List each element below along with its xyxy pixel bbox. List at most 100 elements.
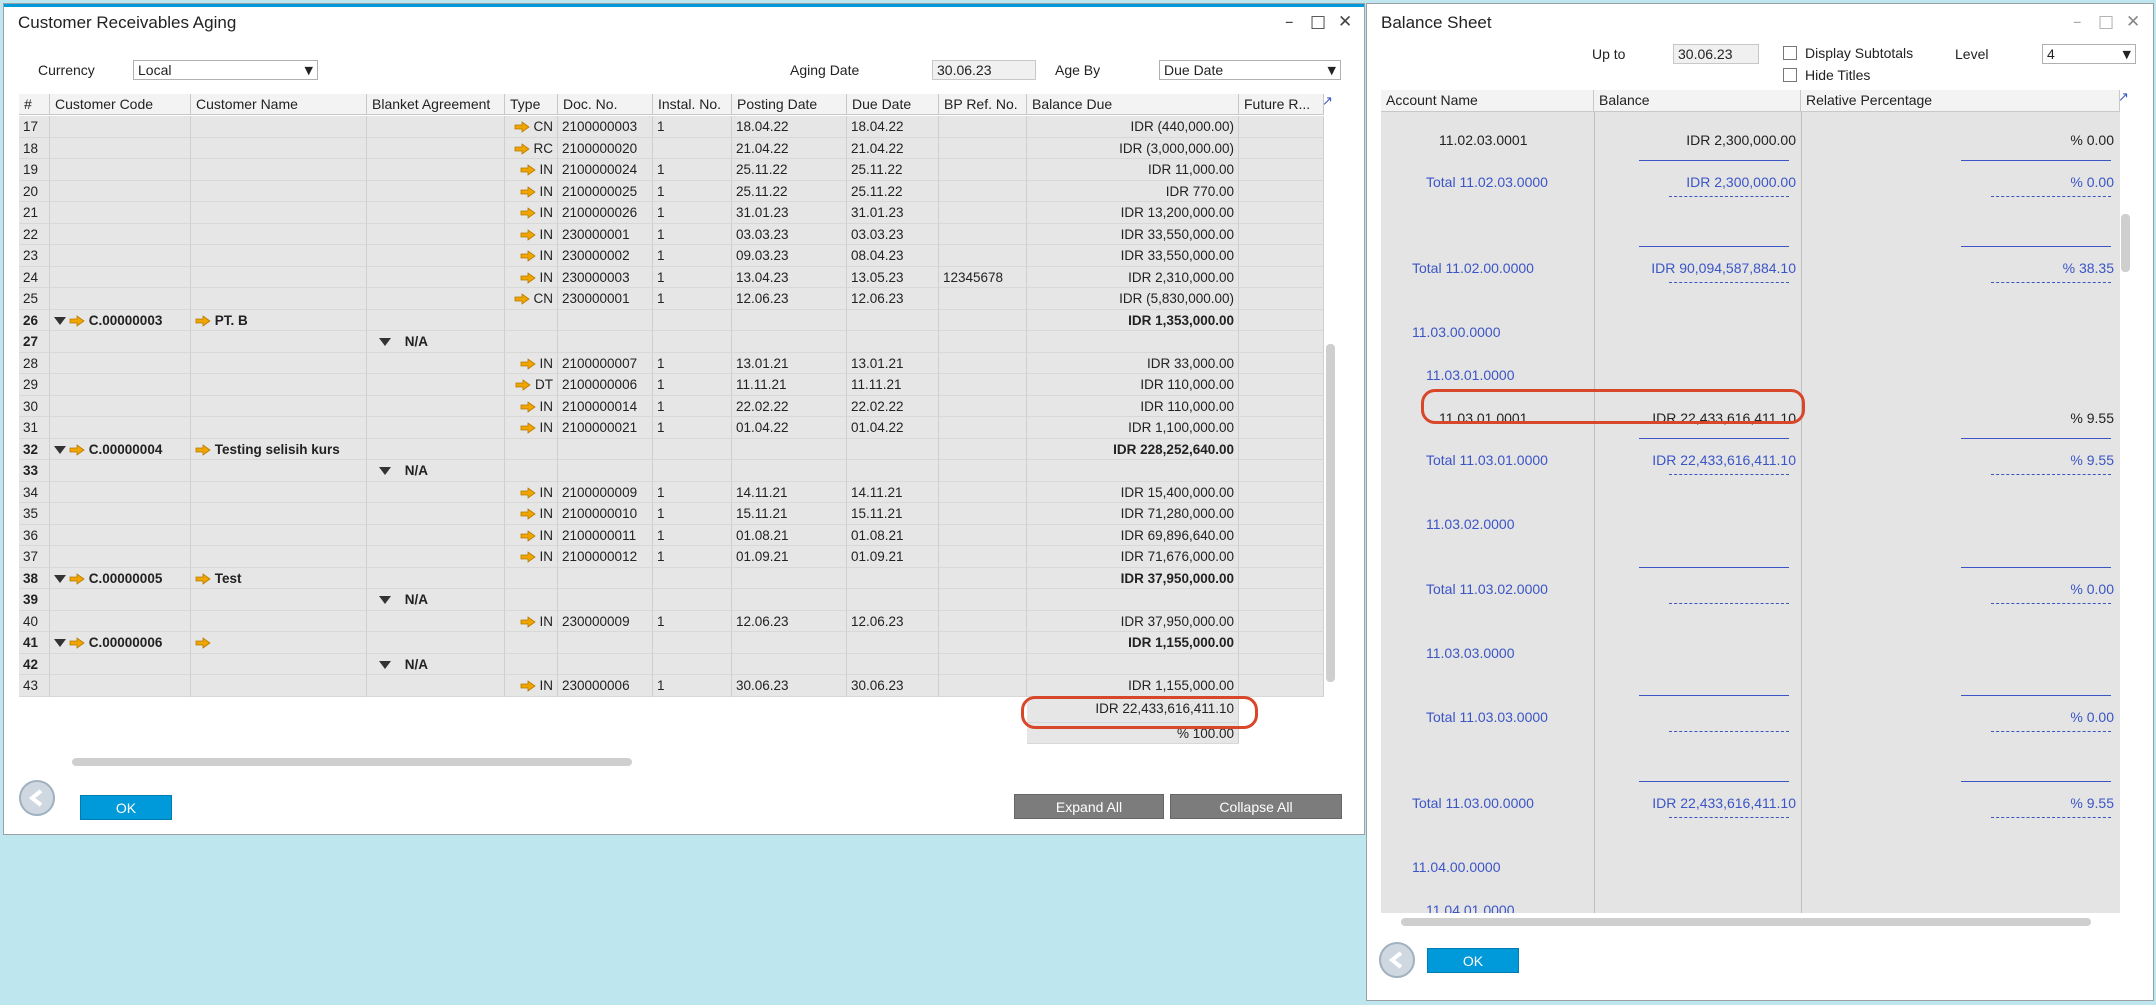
column-header[interactable]: Instal. No. (653, 94, 732, 115)
link-arrow-icon[interactable] (520, 401, 536, 413)
grid-cell (847, 567, 939, 589)
vertical-scrollbar[interactable] (1326, 344, 1335, 682)
link-arrow-icon[interactable] (520, 422, 536, 435)
column-header[interactable]: Balance Due (1027, 94, 1239, 115)
grid-cell: 2100000011 (558, 524, 653, 546)
horizontal-scrollbar[interactable] (72, 758, 632, 766)
link-arrow-icon[interactable] (520, 530, 536, 542)
link-arrow-icon[interactable] (69, 315, 85, 327)
collapse-all-button[interactable]: Collapse All (1170, 794, 1342, 819)
vertical-scrollbar[interactable] (2121, 214, 2130, 272)
link-arrow-icon[interactable] (520, 207, 536, 220)
link-arrow-icon[interactable] (69, 637, 85, 650)
link-arrow-icon[interactable] (514, 293, 530, 306)
expand-triangle-icon[interactable] (378, 660, 391, 669)
grid-cell: 2100000012 (558, 546, 653, 568)
ok-button[interactable]: OK (80, 795, 172, 820)
link-arrow-icon[interactable] (520, 358, 536, 370)
link-arrow-icon[interactable] (520, 680, 536, 693)
link-arrow-icon[interactable] (515, 379, 531, 392)
column-header[interactable]: Type (505, 94, 558, 115)
account-name: 11.03.01.0000 (1426, 367, 1515, 383)
close-icon[interactable]: ✕ (1338, 12, 1352, 32)
cell-text: IDR 71,280,000.00 (1120, 506, 1234, 521)
column-header[interactable]: Customer Code (50, 94, 191, 115)
grid-cell: 1 (653, 288, 732, 310)
age-by-select[interactable]: Due Date ▼ (1159, 60, 1341, 80)
link-arrow-icon[interactable] (195, 444, 211, 456)
link-arrow-icon[interactable] (520, 508, 536, 521)
up-to-field[interactable]: 30.06.23 (1673, 44, 1759, 64)
grid-settings-icon[interactable]: ↗ (2118, 90, 2129, 105)
grid-settings-icon[interactable]: ↗ (1322, 94, 1333, 109)
link-arrow-icon[interactable] (520, 616, 536, 628)
cell-text: 12.06.23 (851, 613, 904, 629)
expand-triangle-icon[interactable] (378, 467, 391, 476)
aging-titlebar: Customer Receivables Aging – □ ✕ (4, 4, 1364, 44)
back-icon[interactable] (19, 780, 55, 816)
link-arrow-icon[interactable] (520, 250, 536, 263)
balance-value: IDR 2,300,000.00 (1686, 174, 1796, 190)
column-header[interactable]: Doc. No. (558, 94, 653, 115)
link-arrow-icon[interactable] (514, 121, 530, 134)
account-name[interactable]: 11.02.03.0001 (1439, 132, 1528, 148)
link-arrow-icon[interactable] (520, 551, 536, 564)
link-arrow-icon[interactable] (520, 229, 536, 241)
expand-triangle-icon[interactable] (378, 596, 391, 605)
link-arrow-icon[interactable] (520, 164, 536, 177)
account-name[interactable]: 11.03.01.0001 (1439, 410, 1528, 426)
column-header[interactable]: Posting Date (732, 94, 847, 115)
aging-grid[interactable]: # Customer Code Customer Name Blanket Agree… (19, 94, 1324, 754)
link-arrow-icon[interactable] (195, 573, 211, 585)
table-row: 36 (19, 524, 50, 546)
column-header[interactable]: Account Name (1381, 90, 1594, 112)
expand-triangle-icon[interactable] (54, 639, 66, 648)
expand-triangle-icon[interactable] (54, 316, 66, 325)
column-header[interactable]: BP Ref. No. (939, 94, 1027, 115)
ok-button[interactable]: OK (1427, 948, 1519, 973)
link-arrow-icon[interactable] (195, 315, 211, 327)
expand-all-button[interactable]: Expand All (1014, 794, 1164, 819)
expand-triangle-icon[interactable] (378, 338, 391, 347)
column-header[interactable]: Future R... (1239, 94, 1324, 115)
currency-select[interactable]: Local ▼ (133, 60, 318, 80)
minimize-icon[interactable]: – (2073, 12, 2082, 32)
maximize-icon[interactable]: □ (2098, 12, 2114, 32)
link-arrow-icon[interactable] (520, 186, 536, 198)
display-subtotals-checkbox[interactable] (1783, 46, 1797, 60)
grid-cell (732, 331, 847, 353)
column-header[interactable]: Blanket Agreement (367, 94, 505, 115)
link-arrow-icon[interactable] (195, 637, 211, 650)
expand-triangle-icon[interactable] (54, 574, 66, 583)
grid-cell: 25.11.22 (732, 180, 847, 202)
column-header[interactable]: Balance (1594, 90, 1801, 112)
table-row: 20 (19, 180, 50, 202)
grid-cell: 230000002 (558, 245, 653, 267)
horizontal-scrollbar[interactable] (1401, 918, 2091, 926)
balance-grid[interactable]: Account Name Balance Relative Percentage 11… (1381, 90, 2120, 913)
table-row: 31 (19, 417, 50, 439)
minimize-icon[interactable]: – (1285, 12, 1294, 32)
maximize-icon[interactable]: □ (1310, 12, 1326, 32)
link-arrow-icon[interactable] (520, 487, 536, 499)
column-header[interactable]: # (19, 94, 50, 115)
grid-cell: IDR (440,000.00) (1027, 116, 1239, 138)
link-arrow-icon[interactable] (514, 143, 530, 155)
expand-triangle-icon[interactable] (54, 445, 66, 454)
link-arrow-icon[interactable] (520, 272, 536, 284)
column-header[interactable]: Relative Percentage (1801, 90, 2120, 112)
column-header[interactable]: Customer Name (191, 94, 367, 115)
back-icon[interactable] (1379, 942, 1415, 978)
link-arrow-icon[interactable] (69, 444, 85, 456)
level-select[interactable]: 4 ▼ (2042, 44, 2136, 64)
aging-window: Customer Receivables Aging – □ ✕ Currenc… (3, 3, 1365, 835)
subtotal-underline (1961, 695, 2111, 696)
hide-titles-checkbox[interactable] (1783, 68, 1797, 82)
link-arrow-icon[interactable] (69, 573, 85, 585)
aging-date-field[interactable]: 30.06.23 (932, 60, 1036, 80)
subtotal-dashed-line (1669, 196, 1789, 197)
balance-value: IDR 22,433,616,411.10 (1652, 410, 1796, 426)
column-header[interactable]: Due Date (847, 94, 939, 115)
close-icon[interactable]: ✕ (2126, 12, 2140, 32)
grid-cell (939, 589, 1027, 611)
